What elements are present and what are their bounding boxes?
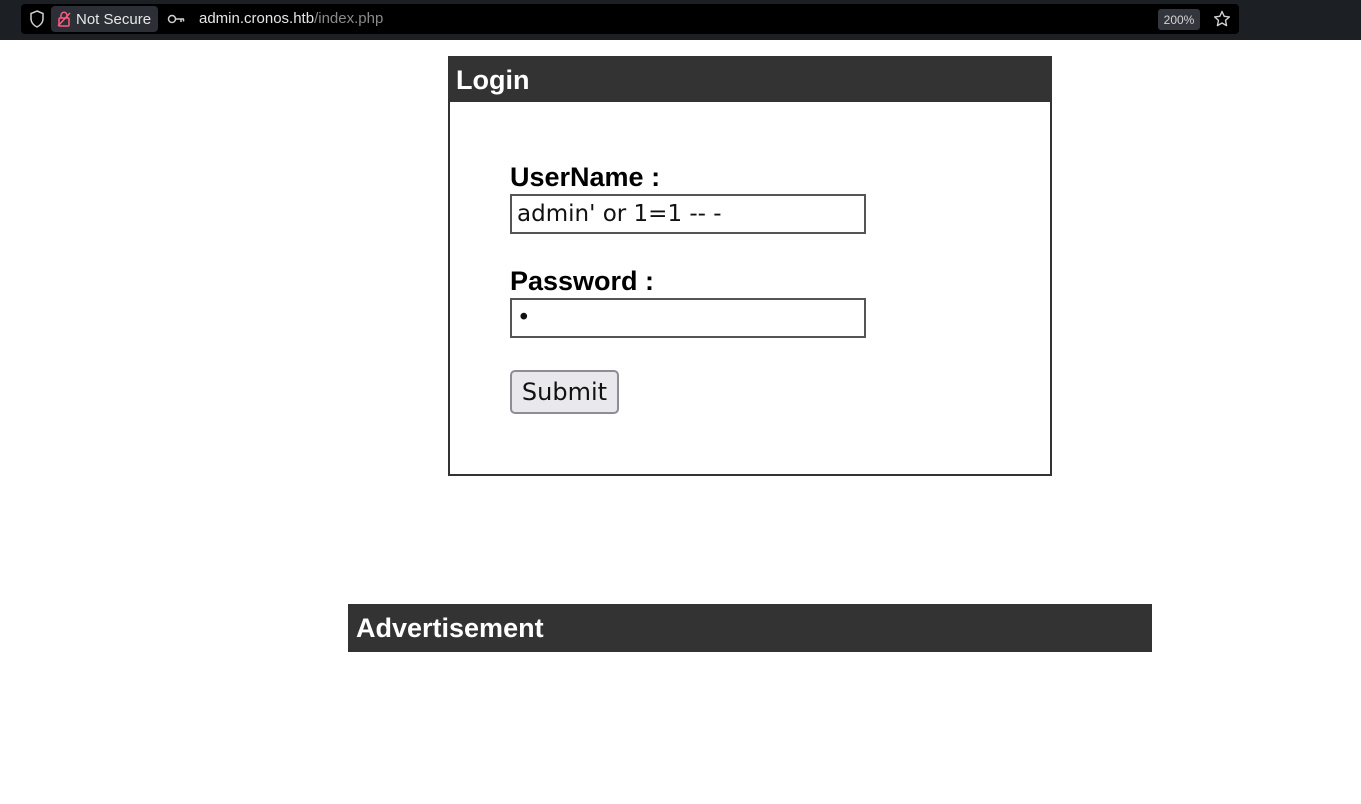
key-icon[interactable]: [167, 12, 185, 26]
lock-warning-icon: [57, 11, 71, 27]
address-bar[interactable]: Not Secure admin.cronos.htb/index.php 20…: [21, 4, 1239, 34]
star-icon[interactable]: [1213, 10, 1231, 28]
security-label: Not Secure: [76, 10, 152, 28]
zoom-indicator[interactable]: 200%: [1158, 9, 1200, 30]
login-panel: Login UserName : admin' or 1=1 -- - Pass…: [448, 56, 1052, 476]
submit-button[interactable]: Submit: [510, 370, 619, 414]
login-title: Login: [450, 58, 1050, 102]
username-label: UserName :: [510, 162, 661, 192]
security-indicator[interactable]: Not Secure: [51, 6, 159, 32]
password-label: Password :: [510, 266, 655, 296]
username-input[interactable]: admin' or 1=1 -- -: [510, 194, 866, 234]
advertisement-header: Advertisement: [348, 604, 1152, 652]
url-path: /index.php: [314, 10, 384, 27]
url-host: admin.cronos.htb: [199, 10, 315, 27]
browser-toolbar: Not Secure admin.cronos.htb/index.php 20…: [0, 0, 1361, 40]
shield-icon[interactable]: [29, 10, 45, 28]
url-text[interactable]: admin.cronos.htb/index.php: [199, 9, 383, 29]
password-input[interactable]: •: [510, 298, 866, 338]
